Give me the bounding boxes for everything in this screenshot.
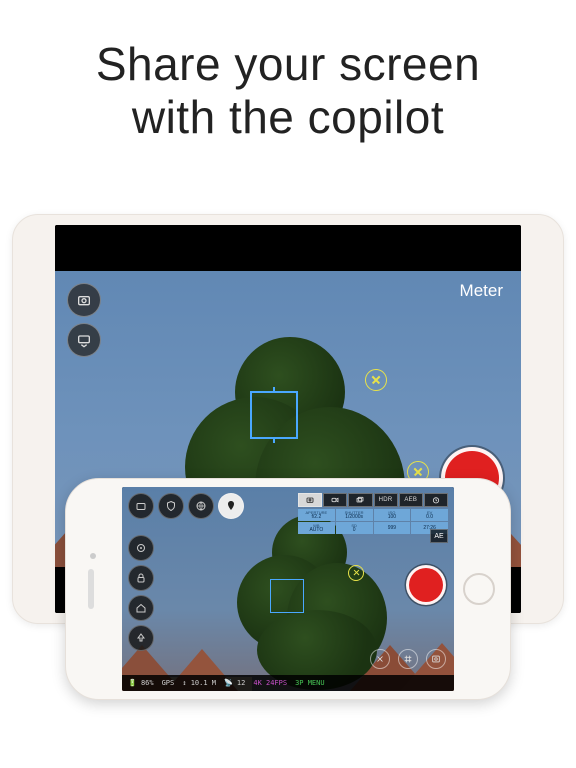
meter-label[interactable]: Meter <box>460 281 503 301</box>
grid-icon <box>403 654 413 664</box>
gallery-button[interactable] <box>426 649 446 669</box>
up-icon <box>135 632 147 644</box>
status-extra: 3P MENU <box>295 679 325 687</box>
focus-target[interactable] <box>270 579 304 613</box>
status-satellites: 📡 12 <box>224 679 245 687</box>
mode-burst[interactable] <box>348 493 372 507</box>
close-button[interactable] <box>370 649 390 669</box>
grid-button[interactable] <box>398 649 418 669</box>
tablet-letterbox <box>55 225 521 271</box>
dismiss-focus-button[interactable] <box>348 565 364 581</box>
headline-line-1: Share your screen <box>96 38 480 90</box>
timer-icon <box>431 496 441 504</box>
phone-front-camera <box>90 553 96 559</box>
ae-lock-badge[interactable]: AE <box>430 529 448 543</box>
mode-video[interactable] <box>323 493 347 507</box>
mode-aeb[interactable]: AEB <box>399 493 423 507</box>
bottom-action-row <box>370 649 446 669</box>
lock-icon <box>135 572 147 584</box>
camera-mode-panel: HDR AEB APERTUREf/2.2 SHUTTER1/2000s ISO… <box>298 493 448 534</box>
x-icon <box>375 654 385 664</box>
status-altitude: ↕ 10.1 M <box>182 679 216 687</box>
info-wb: WBAUTO <box>298 522 335 534</box>
info-shutter: SHUTTER1/2000s <box>336 509 373 521</box>
shield-icon <box>165 500 177 512</box>
dismiss-focus-button[interactable] <box>365 369 387 391</box>
info-sd: SD0 <box>336 522 373 534</box>
camera-info-grid: APERTUREf/2.2 SHUTTER1/2000s ISO100 EV0.… <box>298 509 448 534</box>
camera-down-icon <box>76 332 92 348</box>
focus-target[interactable] <box>250 391 298 439</box>
telemetry-status-bar: 🔋 86% GPS ↕ 10.1 M 📡 12 4K 24FPS 3P MENU <box>122 675 454 691</box>
lock-button[interactable] <box>128 565 154 591</box>
camera-settings-button[interactable] <box>67 323 101 357</box>
focus-mode-button[interactable] <box>128 535 154 561</box>
info-capacity: 999 <box>374 522 411 534</box>
pin-icon <box>225 500 237 512</box>
phone-device-frame: HDR AEB APERTUREf/2.2 SHUTTER1/2000s ISO… <box>65 478 511 700</box>
video-icon <box>330 496 340 504</box>
mode-hdr[interactable]: HDR <box>374 493 398 507</box>
gallery-icon <box>431 654 441 664</box>
globe-icon <box>195 500 207 512</box>
crosshair-icon <box>135 542 147 554</box>
mode-photo[interactable] <box>298 493 322 507</box>
map-button[interactable] <box>188 493 214 519</box>
phone-camera-feed: HDR AEB APERTUREf/2.2 SHUTTER1/2000s ISO… <box>122 487 454 691</box>
record-button[interactable] <box>406 565 446 605</box>
info-aperture: APERTUREf/2.2 <box>298 509 335 521</box>
info-iso: ISO100 <box>374 509 411 521</box>
camera-icon <box>135 500 147 512</box>
scene-tree <box>232 515 382 675</box>
return-home-button[interactable] <box>128 595 154 621</box>
status-video-mode: 4K 24FPS <box>253 679 287 687</box>
waypoint-button[interactable] <box>218 493 244 519</box>
burst-icon <box>355 496 365 504</box>
home-icon <box>135 602 147 614</box>
gimbal-button[interactable] <box>158 493 184 519</box>
phone-home-button[interactable] <box>463 573 495 605</box>
status-gps: GPS <box>162 679 175 687</box>
mode-interval[interactable] <box>424 493 448 507</box>
info-ev: EV0.0 <box>411 509 448 521</box>
camera-icon <box>76 292 92 308</box>
marketing-headline: Share your screen with the copilot <box>0 0 576 144</box>
status-battery: 🔋 86% <box>128 679 154 687</box>
headline-line-2: with the copilot <box>132 91 444 143</box>
photo-icon <box>305 496 315 504</box>
phone-screen: HDR AEB APERTUREf/2.2 SHUTTER1/2000s ISO… <box>122 487 454 691</box>
takeoff-button[interactable] <box>128 625 154 651</box>
phone-speaker <box>88 569 94 609</box>
camera-swap-button[interactable] <box>128 493 154 519</box>
camera-swap-button[interactable] <box>67 283 101 317</box>
